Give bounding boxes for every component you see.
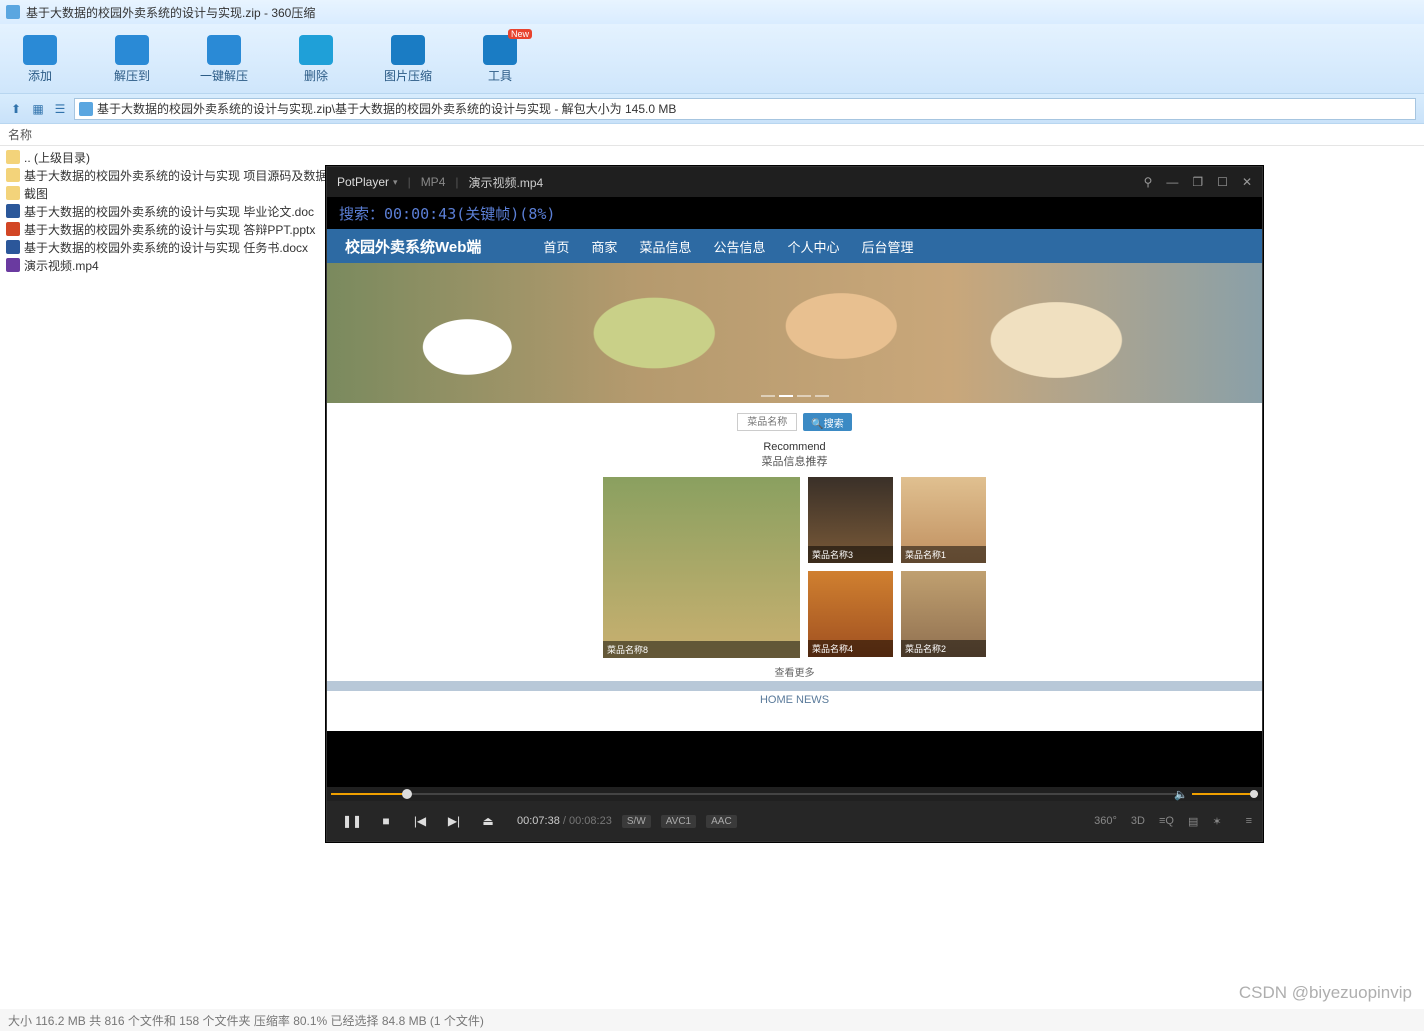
search-button[interactable]: 🔍搜索 [803,413,851,431]
window-title: 基于大数据的校园外卖系统的设计与实现.zip - 360压缩 [26,4,315,21]
hero-banner [327,263,1262,403]
list-item[interactable]: .. (上级目录) [0,148,1424,166]
player-format: MP4 [421,175,446,189]
player-app-name: PotPlayer ▾ [337,175,398,189]
seek-bar[interactable]: 🔈 [327,787,1262,801]
archive-titlebar: 基于大数据的校园外卖系统的设计与实现.zip - 360压缩 [0,0,1424,24]
recommend-grid: 菜品名称8 菜品名称3 菜品名称4 菜品名称1 菜品名称2 [327,469,1262,662]
recommend-heading: Recommend 菜品信息推荐 [327,441,1262,469]
view-icons-icon[interactable]: ▦ [30,101,46,117]
nav-merchant[interactable]: 商家 [591,237,617,256]
tag-codec: AVC1 [661,815,696,828]
nav-profile[interactable]: 个人中心 [787,237,839,256]
seek-knob[interactable] [402,789,412,799]
maximize-icon[interactable]: ☐ [1217,175,1228,189]
3d-icon[interactable]: 3D [1131,815,1145,827]
view-more-link[interactable]: 查看更多 [327,662,1262,681]
dish-card[interactable]: 菜品名称3 [808,477,893,563]
tb-delete[interactable]: 删除 [286,35,346,84]
section-divider [327,681,1262,691]
view-list-icon[interactable]: ☰ [52,101,68,117]
word-icon [6,204,20,218]
tag-sw: S/W [622,815,651,828]
ppt-icon [6,222,20,236]
vr-icon[interactable]: 360° [1094,815,1117,827]
close-icon[interactable]: ✕ [1242,175,1252,189]
folder-icon [6,168,20,182]
pause-button[interactable]: ❚❚ [337,807,367,835]
webapp-nav: 校园外卖系统Web端 首页 商家 菜品信息 公告信息 个人中心 后台管理 [327,229,1262,263]
nav-home[interactable]: 首页 [543,237,569,256]
next-button[interactable]: ▶| [439,807,469,835]
player-titlebar[interactable]: PotPlayer ▾ | MP4 | 演示视频.mp4 ⚲ — ❐ ☐ ✕ [327,167,1262,197]
restore-icon[interactable]: ❐ [1192,175,1203,189]
watermark: CSDN @biyezuopinvip [1239,983,1412,1003]
potplayer-window: PotPlayer ▾ | MP4 | 演示视频.mp4 ⚲ — ❐ ☐ ✕ 搜… [326,166,1263,842]
archive-icon [79,102,93,116]
nav-dishes[interactable]: 菜品信息 [639,237,691,256]
time-display: 00:07:38 / 00:08:23 [517,815,612,827]
volume-icon[interactable]: 🔈 [1174,788,1188,801]
playlist-icon[interactable]: ≡ [1246,815,1252,827]
nav-admin[interactable]: 后台管理 [861,237,913,256]
app-icon [6,5,20,19]
new-badge: New [508,29,532,39]
eject-button[interactable]: ⏏ [473,807,503,835]
aspect-icon[interactable]: ▤ [1188,815,1198,828]
tb-extract-to[interactable]: 解压到 [102,35,162,84]
folder-flash-icon [207,35,241,65]
pin-icon[interactable]: ⚲ [1144,175,1153,189]
search-row: 🔍搜索 [327,403,1262,441]
tb-image-compress[interactable]: 图片压缩 [378,35,438,84]
image-compress-icon [391,35,425,65]
carousel-dots[interactable] [761,395,829,397]
plus-icon [23,35,57,65]
dish-card[interactable]: 菜品名称4 [808,571,893,657]
settings-icon[interactable]: ✶ [1212,815,1221,828]
word-icon [6,240,20,254]
path-bar: ⬆ ▦ ☰ 基于大数据的校园外卖系统的设计与实现.zip\基于大数据的校园外卖系… [0,94,1424,124]
path-input[interactable]: 基于大数据的校园外卖系统的设计与实现.zip\基于大数据的校园外卖系统的设计与实… [74,98,1416,120]
player-controls: ❚❚ ■ |◀ ▶| ⏏ 00:07:38 / 00:08:23 S/W AVC… [327,801,1262,841]
tag-audio: AAC [706,815,737,828]
video-letterbox [327,731,1262,787]
tb-add[interactable]: 添加 [10,35,70,84]
tb-one-click[interactable]: 一键解压 [194,35,254,84]
zoom-icon[interactable]: ≡Q [1159,815,1174,827]
minimize-icon[interactable]: — [1166,175,1178,189]
dish-card[interactable]: 菜品名称2 [901,571,986,657]
nav-up-icon[interactable]: ⬆ [8,101,24,117]
stop-button[interactable]: ■ [371,807,401,835]
folder-icon [6,150,20,164]
volume-knob[interactable] [1250,790,1258,798]
home-news-heading: HOME NEWS [327,691,1262,709]
seek-overlay-text: 搜索：00:00:43(关键帧)(8%) [327,197,1262,229]
video-icon [6,258,20,272]
folder-arrow-icon [115,35,149,65]
player-filename: 演示视频.mp4 [469,174,544,191]
dish-card-large[interactable]: 菜品名称8 [603,477,800,658]
prev-button[interactable]: |◀ [405,807,435,835]
video-content[interactable]: 校园外卖系统Web端 首页 商家 菜品信息 公告信息 个人中心 后台管理 🔍搜索… [327,229,1262,731]
webapp-brand: 校园外卖系统Web端 [345,236,481,257]
folder-icon [6,186,20,200]
column-header-name[interactable]: 名称 [0,124,1424,146]
search-input[interactable] [737,413,797,431]
status-bar: 大小 116.2 MB 共 816 个文件和 158 个文件夹 压缩率 80.1… [0,1009,1424,1031]
archive-toolbar: 添加 解压到 一键解压 删除 图片压缩 New工具 [0,24,1424,94]
trash-icon [299,35,333,65]
dish-card[interactable]: 菜品名称1 [901,477,986,563]
tools-icon [483,35,517,65]
nav-notice[interactable]: 公告信息 [713,237,765,256]
tb-tools[interactable]: New工具 [470,35,530,84]
